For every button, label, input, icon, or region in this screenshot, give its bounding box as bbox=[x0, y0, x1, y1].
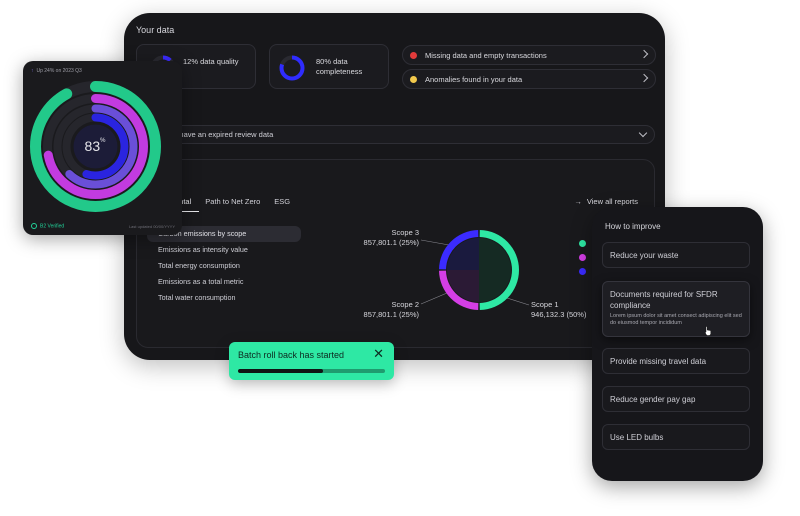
scope-3-label: Scope 3 857,801.1 (25%) bbox=[357, 228, 419, 248]
expired-review-dropdown[interactable]: nents have an expired review data bbox=[136, 125, 655, 144]
improve-gender-pay-gap[interactable]: Reduce gender pay gap bbox=[602, 386, 750, 412]
dashboard-panel: Your data 12% data quality 80% data comp… bbox=[124, 13, 665, 360]
data-quality-label: 12% data quality bbox=[183, 57, 239, 66]
improve-travel-data-label: Provide missing travel data bbox=[610, 357, 707, 366]
improve-travel-data[interactable]: Provide missing travel data bbox=[602, 348, 750, 374]
toast-progress-fill bbox=[238, 369, 324, 373]
yellow-status-dot-icon bbox=[410, 76, 417, 83]
rollback-toast: Batch roll back has started ✕ bbox=[229, 342, 394, 380]
score-suffix: % bbox=[100, 138, 106, 144]
improve-sfdr-documents[interactable]: Documents required for SFDR compliance L… bbox=[602, 281, 750, 337]
data-completeness-ring bbox=[279, 55, 305, 81]
how-to-improve-panel: How to improve Reduce your waste Documen… bbox=[592, 207, 763, 481]
chevron-down-icon bbox=[638, 128, 648, 138]
improve-reduce-waste-label: Reduce your waste bbox=[610, 251, 679, 260]
chart-legend bbox=[579, 240, 586, 282]
improve-led-bulbs[interactable]: Use LED bulbs bbox=[602, 424, 750, 450]
score-value: 83% bbox=[75, 138, 115, 154]
metric-total-energy[interactable]: Total energy consumption bbox=[147, 258, 301, 274]
report-tabs: ental Path to Net Zero ESG bbox=[175, 197, 304, 212]
dashboard-title: Your data bbox=[136, 25, 175, 35]
issue-missing-data[interactable]: Missing data and empty transactions bbox=[402, 45, 656, 65]
improve-sfdr-label: Documents required for SFDR compliance bbox=[610, 290, 718, 310]
view-all-reports-label: View all reports bbox=[586, 197, 638, 206]
arrow-right-icon: → bbox=[574, 197, 582, 206]
score-trend: ↑ Up 24% on 2023 Q3 bbox=[31, 68, 82, 74]
tab-esg[interactable]: ESG bbox=[274, 197, 298, 212]
red-status-dot-icon bbox=[410, 52, 417, 59]
scope-donut-chart bbox=[439, 230, 520, 310]
view-all-reports-link[interactable]: → View all reports bbox=[574, 197, 638, 206]
score-number: 83 bbox=[84, 138, 101, 154]
chevron-right-icon bbox=[639, 73, 649, 83]
close-icon[interactable]: ✕ bbox=[373, 347, 384, 360]
tab-path-to-net-zero[interactable]: Path to Net Zero bbox=[205, 197, 268, 212]
data-completeness-label: 80% data completeness bbox=[316, 57, 363, 76]
metric-total-water[interactable]: Total water consumption bbox=[147, 290, 301, 306]
legend-scope-2-dot-icon bbox=[579, 254, 586, 261]
score-widget: ↑ Up 24% on 2023 Q3 83% B2 Verified Last … bbox=[23, 61, 182, 235]
scope-3-name: Scope 3 bbox=[391, 228, 419, 237]
legend-scope-3-dot-icon bbox=[579, 268, 586, 275]
how-to-improve-title: How to improve bbox=[605, 222, 661, 231]
issue-anomalies-label: Anomalies found in your data bbox=[425, 75, 523, 84]
scope-2-value: 857,801.1 (25%) bbox=[363, 310, 419, 319]
trend-up-icon: ↑ bbox=[31, 68, 34, 74]
legend-scope-1-dot-icon bbox=[579, 240, 586, 247]
check-icon bbox=[31, 223, 37, 229]
scope-1-value: 946,132.3 (50%) bbox=[531, 310, 587, 319]
scope-2-label: Scope 2 857,801.1 (25%) bbox=[357, 300, 419, 320]
improve-sfdr-description: Lorem ipsum dolor sit amet consect adipi… bbox=[610, 313, 742, 326]
report-section: g ental Path to Net Zero ESG →View all r… bbox=[136, 159, 655, 348]
chevron-right-icon bbox=[639, 49, 649, 59]
metric-emissions-intensity[interactable]: Emissions as intensity value bbox=[147, 242, 301, 258]
scope-3-value: 857,801.1 (25%) bbox=[363, 238, 419, 247]
issue-missing-data-label: Missing data and empty transactions bbox=[425, 51, 547, 60]
scope-1-name: Scope 1 bbox=[531, 300, 559, 309]
improve-gender-pay-gap-label: Reduce gender pay gap bbox=[610, 395, 696, 404]
scope-1-label: Scope 1 946,132.3 (50%) bbox=[531, 300, 593, 320]
metric-emissions-total[interactable]: Emissions as a total metric bbox=[147, 274, 301, 290]
metric-list: Carbon emissions by scope Emissions as i… bbox=[147, 226, 301, 306]
score-trend-label: Up 24% on 2023 Q3 bbox=[36, 68, 82, 74]
toast-progress-bar bbox=[238, 369, 385, 373]
pointer-cursor-icon bbox=[704, 326, 712, 336]
verified-badge: B2 Verified bbox=[31, 223, 64, 229]
issue-anomalies[interactable]: Anomalies found in your data bbox=[402, 69, 656, 89]
last-updated: Last updated 00/00/YYYY bbox=[128, 224, 175, 229]
data-completeness-card[interactable]: 80% data completeness bbox=[269, 44, 389, 89]
improve-led-bulbs-label: Use LED bulbs bbox=[610, 433, 664, 442]
scope-2-name: Scope 2 bbox=[391, 300, 419, 309]
toast-message: Batch roll back has started bbox=[238, 350, 345, 360]
verified-label: B2 Verified bbox=[40, 223, 65, 230]
improve-reduce-waste[interactable]: Reduce your waste bbox=[602, 242, 750, 268]
